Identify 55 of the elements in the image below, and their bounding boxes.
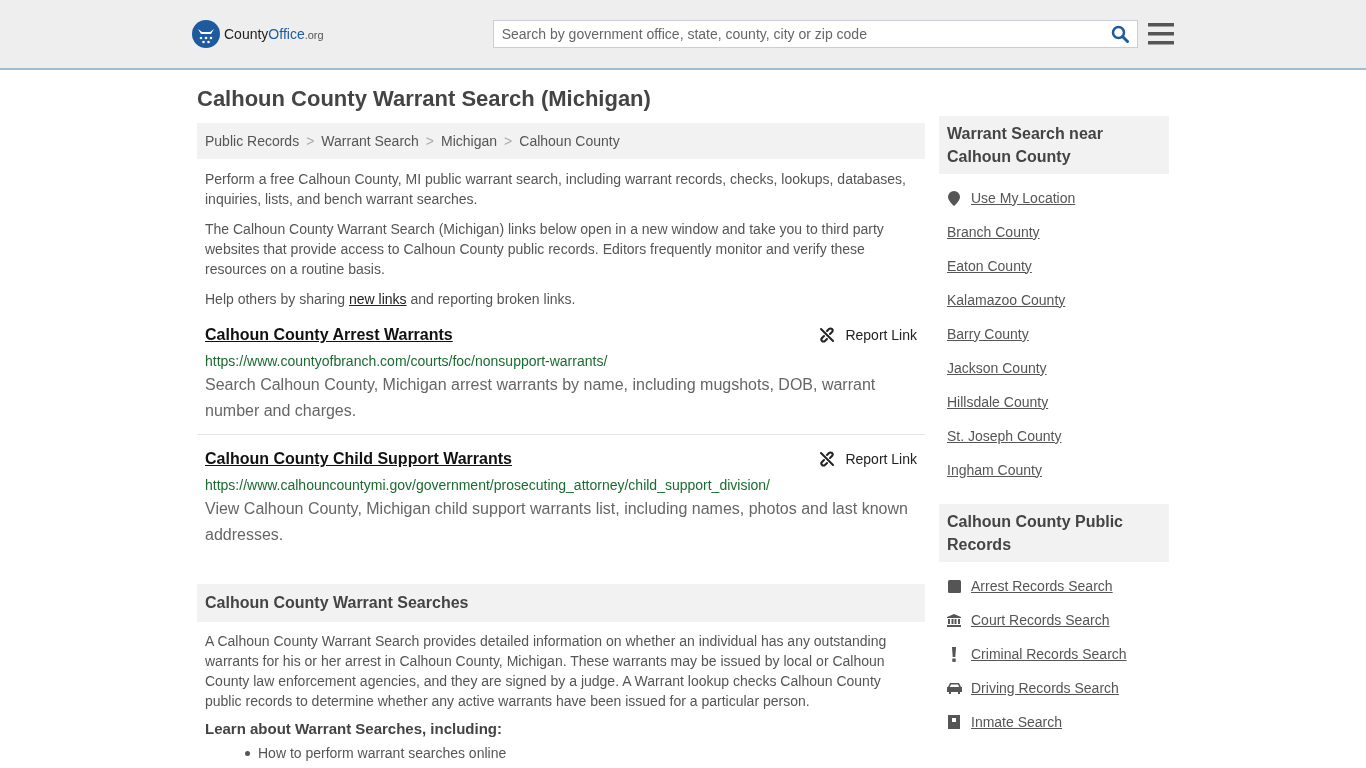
resource-url: https://www.countyofbranch.com/courts/foc/nonsupport-warrants/ xyxy=(205,352,609,371)
resource-description: View Calhoun County, Michigan child support warrants list, including names, photos and last known addresses. xyxy=(205,499,909,545)
exclamation-icon xyxy=(951,646,957,662)
sidebar-link[interactable]: Ingham County xyxy=(947,459,1042,481)
search-icon[interactable] xyxy=(1111,25,1130,43)
car-icon xyxy=(946,682,962,694)
sidebar-link[interactable]: Kalamazoo County xyxy=(947,289,1066,311)
menu-icon[interactable] xyxy=(1148,23,1174,45)
broken-link-icon xyxy=(819,327,836,343)
resource-description: Search Calhoun County, Michigan arrest warrants by name, including mugshots, DOB, warrant number and charges. xyxy=(205,375,877,421)
sidebar-link[interactable]: Court Records Search xyxy=(971,609,1110,631)
sidebar-link[interactable]: Eaton County xyxy=(947,255,1032,277)
map-pin-icon xyxy=(948,190,960,206)
breadcrumb-link[interactable]: Warrant Search xyxy=(321,130,419,152)
sidebar-link[interactable]: Arrest Records Search xyxy=(971,575,1113,597)
courthouse-icon xyxy=(947,613,961,627)
page-title: Calhoun County Warrant Search (Michigan) xyxy=(197,85,652,113)
search-input[interactable]: Search by government office, state, county, city or zip code xyxy=(501,23,1112,45)
resource-url: https://www.calhouncountymi.gov/government/prosecuting_attorney/child_support_division/ xyxy=(205,476,771,495)
search-field[interactable]: Search by government office, state, county, city or zip code xyxy=(492,20,1139,48)
sidebar-link[interactable]: Use My Location xyxy=(971,187,1076,209)
broken-link-icon xyxy=(819,451,836,467)
report-link-button[interactable]: Report Link xyxy=(819,324,917,346)
sidebar-link[interactable]: St. Joseph County xyxy=(947,425,1062,447)
sidebar-link[interactable]: Criminal Records Search xyxy=(971,643,1127,665)
id-card-icon xyxy=(948,715,960,729)
intro-paragraph: The Calhoun County Warrant Search (Michigan) links below open in a new window and take you to third party websites that provide access to Calhoun County public records. Editors frequently monitor and verify these resources on a routine basis. xyxy=(205,220,885,279)
sidebar-link[interactable]: Jackson County xyxy=(947,357,1047,379)
breadcrumb-separator: > xyxy=(504,131,513,151)
square-icon xyxy=(947,579,961,593)
resource-title-link[interactable]: Calhoun County Arrest Warrants xyxy=(205,323,453,347)
sidebar-link[interactable]: Hillsdale County xyxy=(947,391,1049,413)
section-heading: Calhoun County Warrant Searches xyxy=(197,584,925,622)
section-subheading: Learn about Warrant Searches, including: xyxy=(205,719,503,739)
breadcrumb-link[interactable]: Calhoun County xyxy=(519,130,620,152)
breadcrumb-separator: > xyxy=(306,131,315,151)
breadcrumb-link[interactable]: Michigan xyxy=(441,130,498,152)
sidebar-heading: Calhoun County Public Records xyxy=(939,504,1169,562)
report-link-button[interactable]: Report Link xyxy=(819,448,917,470)
sidebar-link[interactable]: Driving Records Search xyxy=(971,677,1119,699)
section-paragraph: A Calhoun County Warrant Search provides detailed information on whether an individual has any outstanding warrants for his or her arrest in Calhoun County, Michigan. These warrants may be issued by local or Calhoun County law enforcement agencies, and they are signed by a judge. A Warrant lookup checks Calhoun County public records to determine whether any active warrants have been issued for a particular person. xyxy=(205,632,888,711)
sidebar-link[interactable]: Barry County xyxy=(947,323,1029,345)
bullet-text: How to perform warrant searches online xyxy=(258,744,507,763)
resource-title-link[interactable]: Calhoun County Child Support Warrants xyxy=(205,447,512,471)
sidebar-heading: Warrant Search near Calhoun County xyxy=(939,116,1169,174)
sidebar-link[interactable]: Branch County xyxy=(947,221,1040,243)
sidebar-link[interactable]: Inmate Search xyxy=(971,711,1063,733)
site-logo[interactable]: CountyOffice.org xyxy=(192,20,493,48)
logo-emblem-icon xyxy=(192,20,220,48)
new-links-link[interactable]: new links xyxy=(348,291,407,307)
bullet-icon xyxy=(245,750,250,756)
share-paragraph: Help others by sharing new links and reporting broken links. xyxy=(205,290,577,309)
breadcrumb-link[interactable]: Public Records xyxy=(205,130,300,152)
breadcrumb-separator: > xyxy=(425,131,435,151)
intro-paragraph: Perform a free Calhoun County, MI public warrant search, including warrant records, checks, lookups, databases, inquiries, lists, and bench warrant searches. xyxy=(205,170,907,209)
